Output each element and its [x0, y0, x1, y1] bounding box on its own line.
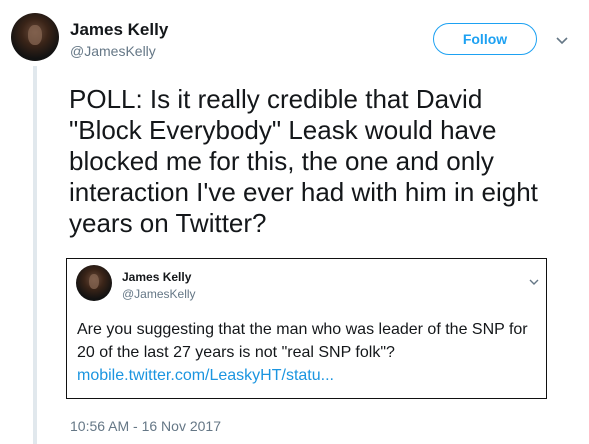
- quoted-tweet-link[interactable]: mobile.twitter.com/LeaskyHT/statu...: [77, 367, 334, 384]
- quoted-author-name[interactable]: James Kelly: [122, 270, 191, 284]
- quoted-chevron-down-icon[interactable]: [529, 273, 539, 285]
- quoted-author-handle[interactable]: @JamesKelly: [122, 287, 196, 301]
- author-handle[interactable]: @JamesKelly: [70, 43, 156, 59]
- avatar[interactable]: [11, 13, 59, 61]
- author-name[interactable]: James Kelly: [70, 20, 168, 40]
- tweet-text: POLL: Is it really credible that David "…: [69, 84, 538, 238]
- quoted-tweet-body: Are you suggesting that the man who was …: [77, 321, 528, 361]
- quoted-tweet[interactable]: James Kelly @JamesKelly Are you suggesti…: [66, 258, 547, 399]
- quoted-avatar[interactable]: [76, 265, 112, 301]
- quoted-tweet-text: Are you suggesting that the man who was …: [77, 318, 539, 387]
- follow-button[interactable]: Follow: [433, 23, 537, 55]
- thread-line: [33, 66, 37, 444]
- chevron-down-icon[interactable]: [556, 33, 568, 45]
- timestamp[interactable]: 10:56 AM - 16 Nov 2017: [70, 418, 221, 434]
